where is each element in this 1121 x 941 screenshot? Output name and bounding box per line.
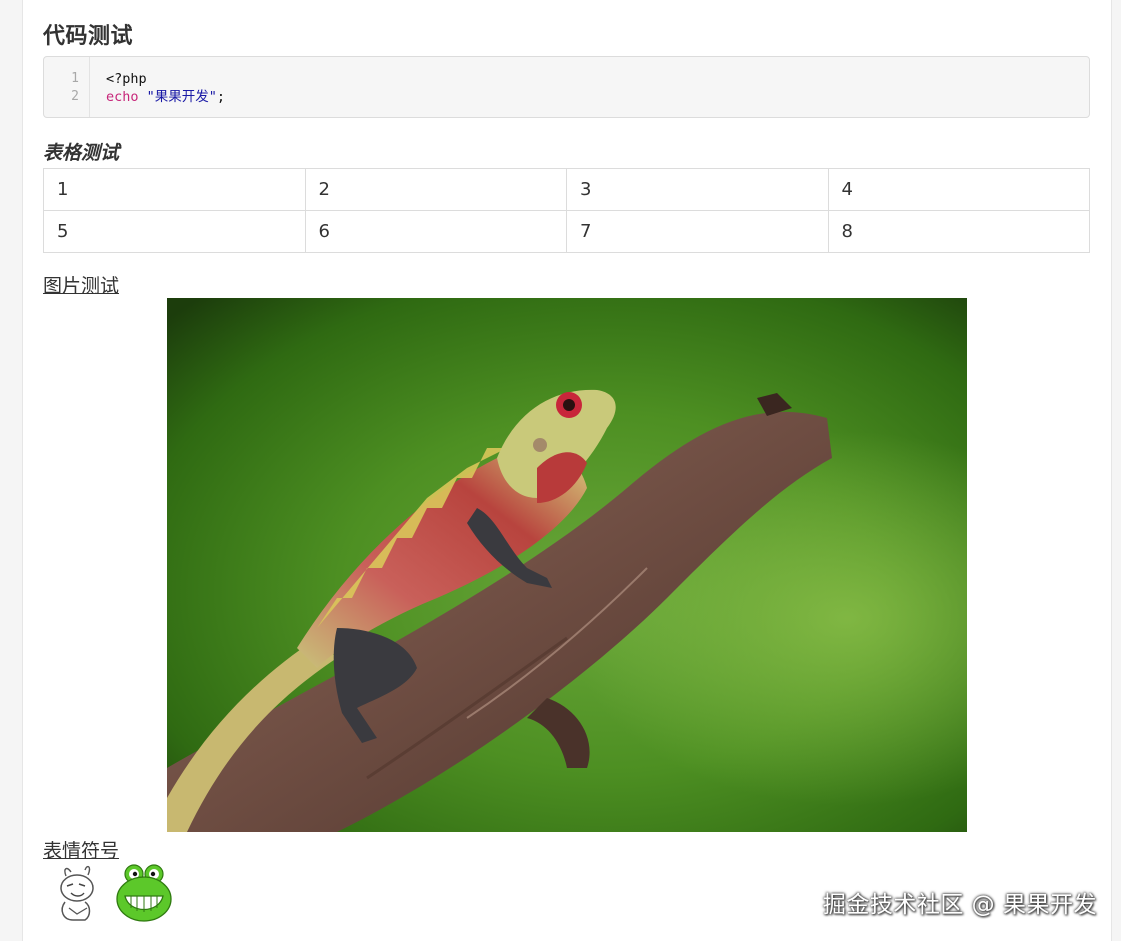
table-section-heading: 表格测试 <box>43 142 120 164</box>
lizard-photo[interactable] <box>167 298 967 832</box>
table-cell: 2 <box>304 168 567 211</box>
emoji-row <box>51 862 173 924</box>
data-table: 1 2 3 4 5 6 7 8 <box>43 168 1090 253</box>
code-section-heading: 代码测试 <box>43 24 134 49</box>
table-cell: 4 <box>827 168 1090 211</box>
string-literal: "果果开发" <box>146 89 217 105</box>
code-line: <?php <box>106 70 225 88</box>
line-number: 2 <box>71 89 79 104</box>
table-cell: 5 <box>43 210 306 253</box>
echo-keyword: echo <box>106 89 139 105</box>
code-gutter: 1 2 <box>44 57 90 117</box>
table-cell: 6 <box>304 210 567 253</box>
table-cell: 1 <box>43 168 306 211</box>
semicolon: ; <box>216 89 226 105</box>
table-cell: 8 <box>827 210 1090 253</box>
image-section-label: 图片测试 <box>43 275 120 297</box>
table-cell: 7 <box>566 210 829 253</box>
code-line: echo "果果开发"; <box>106 88 225 106</box>
rabbit-sketch-emoji-icon[interactable] <box>51 862 109 924</box>
table-cell: 3 <box>566 168 829 211</box>
php-open-tag: <?php <box>106 71 147 87</box>
line-number: 1 <box>71 71 79 86</box>
code-lines: <?php echo "果果开发"; <box>90 57 225 117</box>
green-frog-grin-emoji-icon[interactable] <box>115 862 173 924</box>
code-block[interactable]: 1 2 <?php echo "果果开发"; <box>43 56 1090 118</box>
lizard-photo-drawing <box>167 298 967 832</box>
table-row: 5 6 7 8 <box>43 210 1090 253</box>
table-row: 1 2 3 4 <box>43 168 1090 211</box>
emoji-section-label: 表情符号 <box>43 840 120 862</box>
article-page: 代码测试 1 2 <?php echo "果果开发"; 表格测试 1 2 3 4… <box>22 0 1112 941</box>
watermark: 掘金技术社区 @ 果果开发 <box>822 892 1097 918</box>
